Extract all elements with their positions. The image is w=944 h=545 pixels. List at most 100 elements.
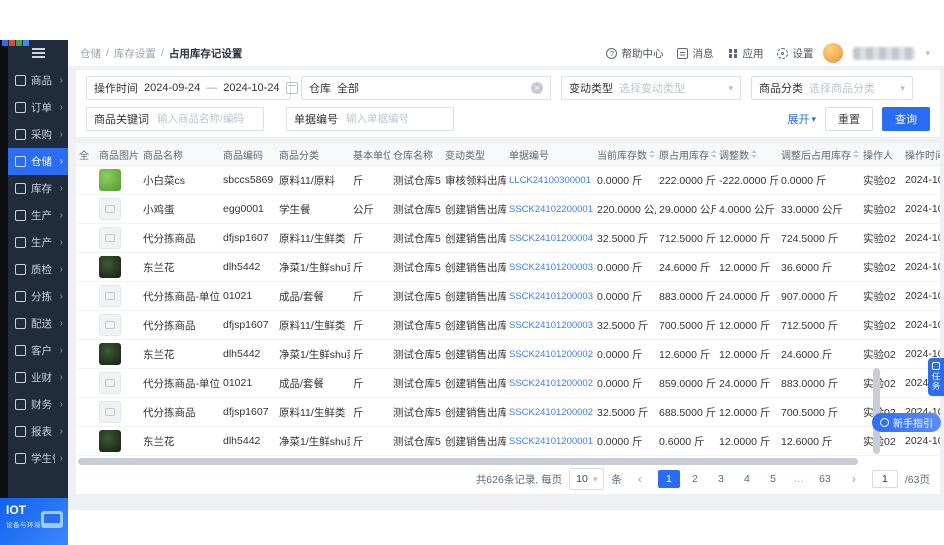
product-thumbnail[interactable] [99,430,121,452]
product-thumbnail[interactable] [99,314,121,336]
apps-button[interactable]: 应用 [727,46,763,61]
menu-collapse-icon[interactable] [31,48,45,58]
doc-no-link[interactable]: SSCK24101200002 [509,378,593,389]
page-button-1[interactable]: 1 [657,470,680,488]
horizontal-scrollbar[interactable] [78,458,858,465]
row-select-cell[interactable] [76,223,96,253]
sidebar-item-bizfinance[interactable]: 业财 › [8,364,68,391]
row-select-cell[interactable] [76,426,96,456]
product-thumbnail[interactable] [99,372,121,394]
sidebar-item-warehouse[interactable]: 仓储 › [8,148,68,175]
doc-no-link[interactable]: SSCK24101200003 [509,262,593,273]
search-button[interactable]: 查询 [882,107,930,131]
user-avatar[interactable] [823,43,844,63]
doc-no-link[interactable]: SSCK24101200001 [509,436,593,447]
sidebar-item-finance[interactable]: 财务 › [8,391,68,418]
page-size-select[interactable]: 10 ▾ [569,468,605,490]
column-label: 全 [79,150,89,162]
next-page-button[interactable]: › [843,470,865,488]
product-thumbnail[interactable] [99,401,121,423]
cell-change_type: 创建销售出库 [442,223,506,253]
doc-no-link[interactable]: SSCK24101200004 [509,233,593,244]
doc-no-link[interactable]: SSCK24101200002 [509,407,593,418]
column-header-current_stock[interactable]: 当前库存数 [594,143,656,166]
sidebar-item-quality[interactable]: 质检 › [8,256,68,283]
iot-brand-block[interactable]: IOT 设备与环境 [0,498,68,545]
user-name-blurred[interactable] [853,46,916,60]
page-jump-input[interactable] [871,470,898,488]
chevron-right-icon: › [59,291,63,302]
sort-icon[interactable] [711,150,716,158]
keyword-input[interactable] [155,112,256,126]
help-button[interactable]: ? 帮助中心 [606,46,663,61]
product-thumbnail[interactable] [99,256,121,278]
doc-no-link[interactable]: LLCK24100300001 [509,175,591,186]
floating-guide-button[interactable]: 新手指引 [872,413,941,432]
page-button-3[interactable]: 3 [710,470,732,488]
prev-page-button[interactable]: ‹ [629,470,651,488]
row-select-cell[interactable] [76,194,96,224]
filter-change-type-select[interactable]: 变动类型 选择变动类型 ▾ [561,76,741,100]
product-thumbnail[interactable] [99,227,121,249]
row-select-cell[interactable] [76,310,96,340]
row-select-cell[interactable] [76,165,96,195]
vertical-scrollbar[interactable] [873,368,880,454]
column-header-after_occupied[interactable]: 调整后占用库存 [778,143,860,166]
filter-keyword[interactable]: 商品关键词 [86,107,264,131]
filter-category-select[interactable]: 商品分类 选择商品分类 ▾ [751,76,913,100]
breadcrumb-level-2[interactable]: 库存设置 [114,46,156,61]
sort-icon[interactable] [649,150,655,158]
sidebar-item-delivery[interactable]: 配送 › [8,310,68,337]
user-menu-caret-icon[interactable]: ▾ [925,48,930,59]
table-scroll-area: 全商品图片 商品名称 商品编码 商品分类 基本单位 仓库名称 变动类型 单据编号 当前库存数 原占… [76,143,940,456]
floating-task-tab[interactable]: 任务 [928,358,944,396]
sidebar-item-orders[interactable]: 订单 › [8,94,68,121]
filter-operation-time[interactable]: 操作时间 2024-09-24 — 2024-10-24 [86,76,298,100]
page-button-2[interactable]: 2 [684,470,706,488]
product-thumbnail[interactable] [99,198,121,220]
sidebar-item-production2[interactable]: 生产 › [8,229,68,256]
doc-no-link[interactable]: SSCK24102200001 [509,204,593,215]
page-button-5[interactable]: 5 [762,470,784,488]
column-header-orig_occupied[interactable]: 原占用库存 [656,143,716,166]
page-button-63[interactable]: 63 [814,470,836,488]
sidebar-item-studentmeal[interactable]: 学生餐 › [8,445,68,472]
column-header-adjust[interactable]: 调整数 [716,143,778,166]
doc-no-link[interactable]: SSCK24101200003 [509,291,593,302]
sidebar-item-sorting[interactable]: 分拣 › [8,283,68,310]
product-thumbnail[interactable] [99,285,121,307]
settings-button[interactable]: 设置 [777,46,813,61]
filter-warehouse-select[interactable]: 仓库 全部 × [301,76,551,100]
clear-icon[interactable]: × [531,82,543,94]
product-thumbnail[interactable] [99,343,121,365]
product-thumbnail[interactable] [99,169,121,191]
sidebar-item-customer[interactable]: 客户 › [8,337,68,364]
doc-no-link[interactable]: SSCK24101200002 [509,349,593,360]
row-select-cell[interactable] [76,368,96,398]
message-button[interactable]: 消息 [677,46,713,61]
row-select-cell[interactable] [76,339,96,369]
filter-doc-no[interactable]: 单据编号 [286,107,454,131]
cell-doc_no: SSCK24101200002 [506,397,594,427]
sidebar-item-label: 订单 [31,102,52,114]
breadcrumb-level-1[interactable]: 仓储 [80,46,101,61]
row-select-cell[interactable] [76,252,96,282]
expand-filters-link[interactable]: 展开 ▾ [787,111,816,127]
sort-icon[interactable] [751,150,757,158]
sidebar-item-production1[interactable]: 生产 › [8,202,68,229]
row-select-cell[interactable] [76,397,96,427]
reset-button[interactable]: 重置 [825,107,873,131]
sidebar-item-inventory[interactable]: 库存 › [8,175,68,202]
customer-icon [15,345,26,356]
sort-icon[interactable] [853,150,859,158]
cell-adjust: 12.0000 斤 [716,223,778,253]
date-start-value[interactable]: 2024-09-24 [144,82,200,94]
doc-no-input[interactable] [344,112,446,126]
row-select-cell[interactable] [76,281,96,311]
date-end-value[interactable]: 2024-10-24 [223,82,279,94]
sidebar-item-purchase[interactable]: 采购 › [8,121,68,148]
page-button-4[interactable]: 4 [736,470,758,488]
sidebar-item-report[interactable]: 报表 › [8,418,68,445]
sidebar-item-goods[interactable]: 商品 › [8,67,68,94]
doc-no-link[interactable]: SSCK24101200003 [509,320,593,331]
